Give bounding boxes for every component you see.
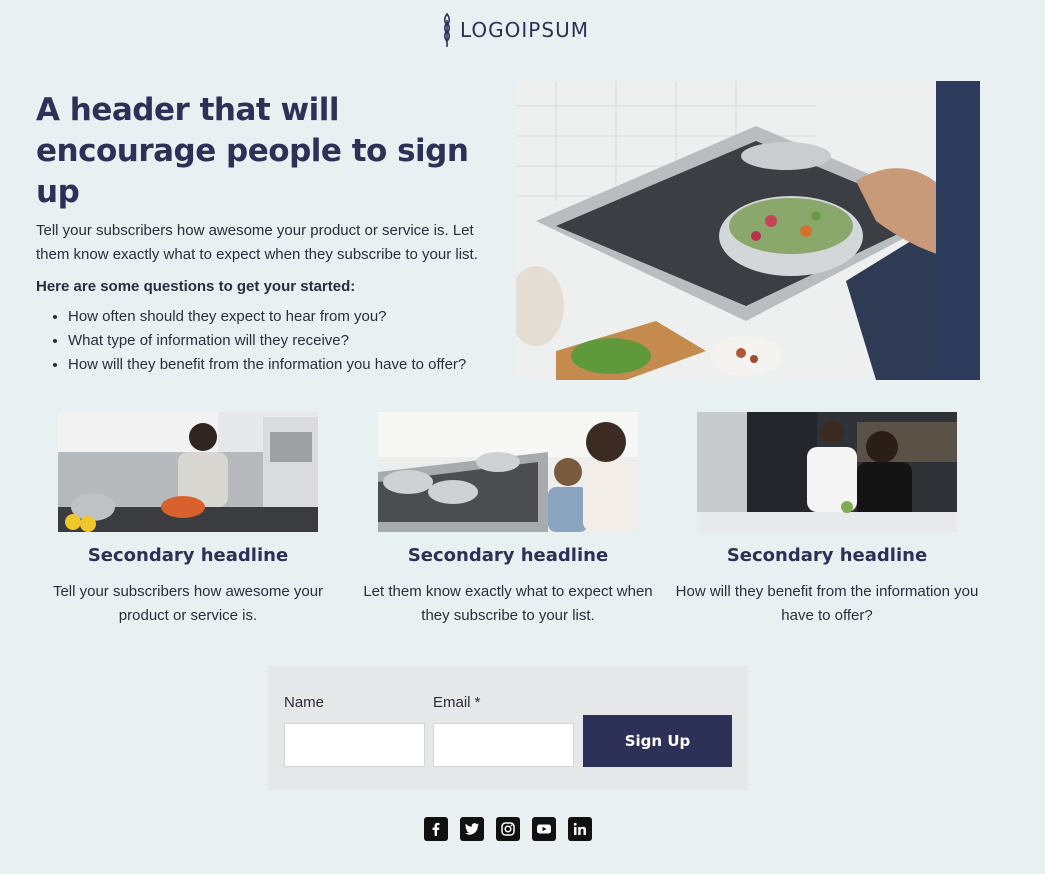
- youtube-icon[interactable]: [532, 817, 556, 841]
- list-item: How often should they expect to hear fro…: [68, 305, 496, 329]
- sign-up-button[interactable]: Sign Up: [583, 715, 732, 767]
- instagram-icon[interactable]: [496, 817, 520, 841]
- email-label: Email *: [433, 694, 481, 711]
- hero-image: [516, 81, 980, 380]
- name-field[interactable]: [284, 723, 425, 767]
- hero-title: A header that will encourage people to s…: [36, 92, 469, 210]
- facebook-icon[interactable]: [424, 817, 448, 841]
- hero-section: A header that will encourage people to s…: [36, 90, 496, 377]
- card-image: [378, 412, 638, 532]
- social-links: [424, 817, 592, 841]
- twitter-icon[interactable]: [460, 817, 484, 841]
- signup-form: Name Email * Sign Up: [268, 666, 748, 790]
- questions-heading: Here are some questions to get your star…: [36, 278, 356, 295]
- card-headline: Secondary headline: [726, 545, 928, 566]
- card-body: How will they benefit from the informati…: [675, 583, 979, 624]
- card-headline: Secondary headline: [407, 545, 609, 566]
- name-label: Name: [284, 694, 325, 711]
- list-item: What type of information will they recei…: [68, 329, 496, 353]
- linkedin-icon[interactable]: [568, 817, 592, 841]
- card-body: Let them know exactly what to expect whe…: [363, 583, 653, 624]
- email-field[interactable]: [433, 723, 574, 767]
- card-headline: Secondary headline: [87, 545, 289, 566]
- list-item: How will they benefit from the informati…: [68, 353, 496, 377]
- questions-list: How often should they expect to hear fro…: [36, 305, 496, 377]
- card-image: [697, 412, 957, 532]
- logo-text: LOGOIPSUM: [460, 18, 589, 42]
- wheat-icon: [443, 12, 451, 47]
- hero-body: Tell your subscribers how awesome your p…: [36, 222, 478, 263]
- card-body: Tell your subscribers how awesome your p…: [52, 583, 324, 624]
- logo[interactable]: LOGOIPSUM: [440, 12, 589, 48]
- card-image: [58, 412, 318, 532]
